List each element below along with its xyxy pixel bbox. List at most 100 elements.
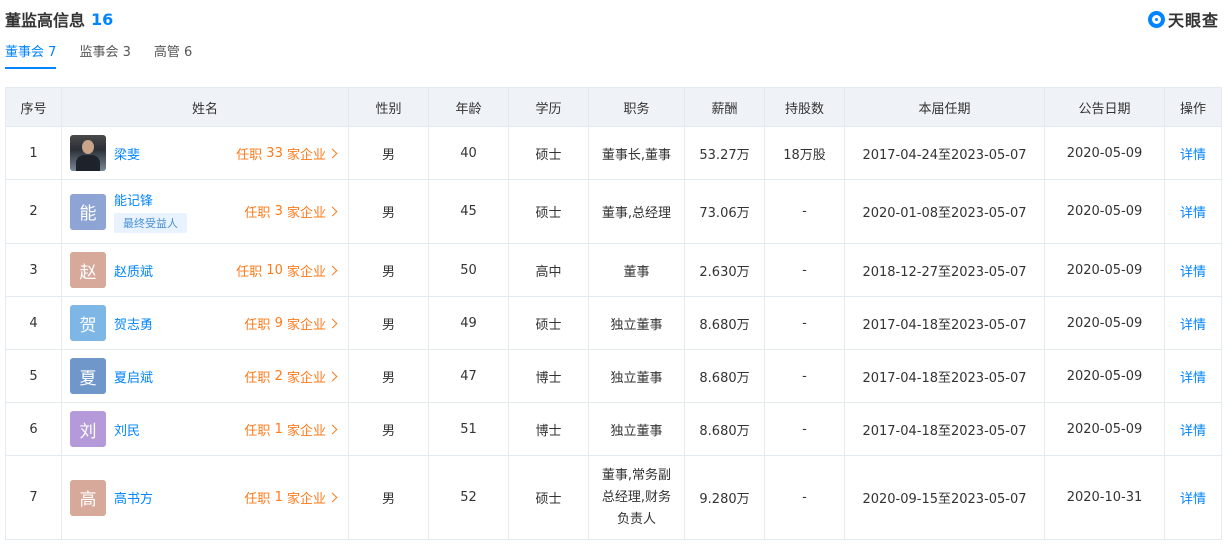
cell-no: 6 bbox=[5, 402, 62, 456]
cell-salary: 2.630万 bbox=[684, 243, 765, 297]
title-line: 负责人 bbox=[616, 511, 656, 527]
avatar[interactable]: 高 bbox=[70, 479, 106, 516]
positions-link[interactable]: 任职 2 家企业 bbox=[244, 367, 338, 386]
cell-shares: 18万股 bbox=[764, 126, 845, 180]
col-header-shares: 持股数 bbox=[764, 87, 845, 127]
col-header-salary: 薪酬 bbox=[684, 87, 765, 127]
title-text: 独立董事 bbox=[610, 370, 663, 386]
table-row: 3 赵 赵质斌 任职 10 家企业 男 50 高中 董事 2.630万 - 20… bbox=[5, 243, 1222, 297]
table-row: 1 梁斐 任职 33 家企业 男 40 硕士 董事长,董事 53.27万 18万… bbox=[5, 126, 1222, 180]
col-header-education: 学历 bbox=[508, 87, 589, 127]
cell-education: 硕士 bbox=[508, 296, 589, 350]
cell-no: 1 bbox=[5, 126, 62, 180]
cell-action: 详情 bbox=[1164, 296, 1222, 350]
details-link[interactable]: 详情 bbox=[1180, 265, 1206, 280]
cell-date: 2020-05-09 bbox=[1044, 179, 1165, 244]
cell-action: 详情 bbox=[1164, 349, 1222, 403]
cell-title: 董事,常务副 总经理,财务 负责人 bbox=[588, 455, 685, 540]
logo-icon bbox=[1147, 10, 1165, 28]
cell-salary: 8.680万 bbox=[684, 402, 765, 456]
cell-age: 40 bbox=[428, 126, 509, 180]
details-link[interactable]: 详情 bbox=[1180, 206, 1206, 221]
positions-link[interactable]: 任职 1 家企业 bbox=[244, 488, 338, 507]
cell-name: 梁斐 任职 33 家企业 bbox=[61, 126, 349, 180]
cell-term: 2018-12-27至2023-05-07 bbox=[844, 243, 1045, 297]
avatar[interactable]: 贺 bbox=[70, 305, 106, 341]
cell-title: 独立董事 bbox=[588, 402, 685, 456]
cell-age: 50 bbox=[428, 243, 509, 297]
cell-education: 硕士 bbox=[508, 179, 589, 244]
chevron-right-icon bbox=[327, 492, 338, 503]
positions-link[interactable]: 任职 3 家企业 bbox=[244, 202, 338, 221]
cell-no: 2 bbox=[5, 179, 62, 244]
chevron-right-icon bbox=[327, 318, 338, 328]
person-name-link[interactable]: 刘民 bbox=[114, 420, 140, 439]
title-text: 董事,总经理 bbox=[601, 206, 672, 221]
cell-term: 2020-01-08至2023-05-07 bbox=[844, 179, 1045, 244]
cell-salary: 9.280万 bbox=[684, 455, 765, 540]
cell-shares: - bbox=[764, 455, 845, 540]
avatar[interactable]: 赵 bbox=[70, 252, 106, 288]
table-row: 7 高 高书方 任职 1 家企业 男 52 硕士 董事,常务副 总经理,财务 负责人… bbox=[5, 455, 1222, 540]
positions-link[interactable]: 任职 9 家企业 bbox=[244, 314, 338, 333]
person-name-link[interactable]: 能记锋 bbox=[114, 190, 187, 209]
cell-education: 高中 bbox=[508, 243, 589, 297]
cell-shares: - bbox=[764, 179, 845, 244]
cell-action: 详情 bbox=[1164, 402, 1222, 456]
chevron-right-icon bbox=[327, 424, 338, 434]
cell-gender: 男 bbox=[348, 349, 429, 403]
positions-link[interactable]: 任职 1 家企业 bbox=[244, 420, 338, 439]
title-line: 董事,常务副 bbox=[601, 467, 672, 483]
tianyancha-logo[interactable]: 天眼查 bbox=[1147, 8, 1219, 30]
person-name-link[interactable]: 高书方 bbox=[114, 488, 153, 507]
cell-education: 博士 bbox=[508, 402, 589, 456]
person-name-link[interactable]: 夏启斌 bbox=[114, 367, 153, 386]
cell-action: 详情 bbox=[1164, 126, 1222, 180]
details-link[interactable]: 详情 bbox=[1180, 492, 1206, 507]
avatar[interactable]: 能 bbox=[70, 193, 106, 230]
cell-age: 45 bbox=[428, 179, 509, 244]
cell-date: 2020-05-09 bbox=[1044, 243, 1165, 297]
col-header-name: 姓名 bbox=[61, 87, 349, 127]
chevron-right-icon bbox=[327, 371, 338, 381]
cell-gender: 男 bbox=[348, 296, 429, 350]
cell-shares: - bbox=[764, 402, 845, 456]
col-header-gender: 性别 bbox=[348, 87, 429, 127]
directors-table: 序号 姓名 性别 年龄 学历 职务 薪酬 持股数 本届任期 公告日期 操作 1 … bbox=[5, 87, 1222, 540]
details-link[interactable]: 详情 bbox=[1180, 424, 1206, 439]
person-name-link[interactable]: 贺志勇 bbox=[114, 314, 153, 333]
cell-shares: - bbox=[764, 349, 845, 403]
cell-name: 能 能记锋 最终受益人 任职 3 家企业 bbox=[61, 179, 349, 244]
avatar[interactable]: 夏 bbox=[70, 358, 106, 394]
chevron-right-icon bbox=[327, 206, 338, 217]
tab-board[interactable]: 董事会 7 bbox=[5, 42, 57, 69]
cell-shares: - bbox=[764, 296, 845, 350]
col-header-age: 年龄 bbox=[428, 87, 509, 127]
avatar-photo[interactable] bbox=[70, 135, 106, 171]
cell-no: 5 bbox=[5, 349, 62, 403]
details-link[interactable]: 详情 bbox=[1180, 318, 1206, 333]
cell-gender: 男 bbox=[348, 243, 429, 297]
tab-supervisors[interactable]: 监事会 3 bbox=[79, 42, 130, 69]
cell-gender: 男 bbox=[348, 402, 429, 456]
cell-name: 高 高书方 任职 1 家企业 bbox=[61, 455, 349, 540]
title-text: 董事 bbox=[623, 264, 650, 280]
cell-salary: 53.27万 bbox=[684, 126, 765, 180]
positions-link[interactable]: 任职 10 家企业 bbox=[236, 261, 338, 280]
details-link[interactable]: 详情 bbox=[1180, 371, 1206, 386]
title-text: 董事长,董事 bbox=[601, 147, 672, 163]
avatar[interactable]: 刘 bbox=[70, 411, 106, 447]
cell-salary: 73.06万 bbox=[684, 179, 765, 244]
section-count: 16 bbox=[91, 9, 114, 29]
person-name-link[interactable]: 赵质斌 bbox=[114, 261, 153, 280]
positions-link[interactable]: 任职 33 家企业 bbox=[236, 144, 338, 163]
cell-no: 4 bbox=[5, 296, 62, 350]
chevron-right-icon bbox=[327, 265, 338, 275]
cell-term: 2017-04-18至2023-05-07 bbox=[844, 402, 1045, 456]
details-link[interactable]: 详情 bbox=[1180, 148, 1206, 163]
cell-action: 详情 bbox=[1164, 243, 1222, 297]
tab-executives[interactable]: 高管 6 bbox=[154, 42, 192, 69]
cell-no: 3 bbox=[5, 243, 62, 297]
person-name-link[interactable]: 梁斐 bbox=[114, 144, 140, 163]
section-header: 董监高信息 16 bbox=[5, 8, 114, 31]
